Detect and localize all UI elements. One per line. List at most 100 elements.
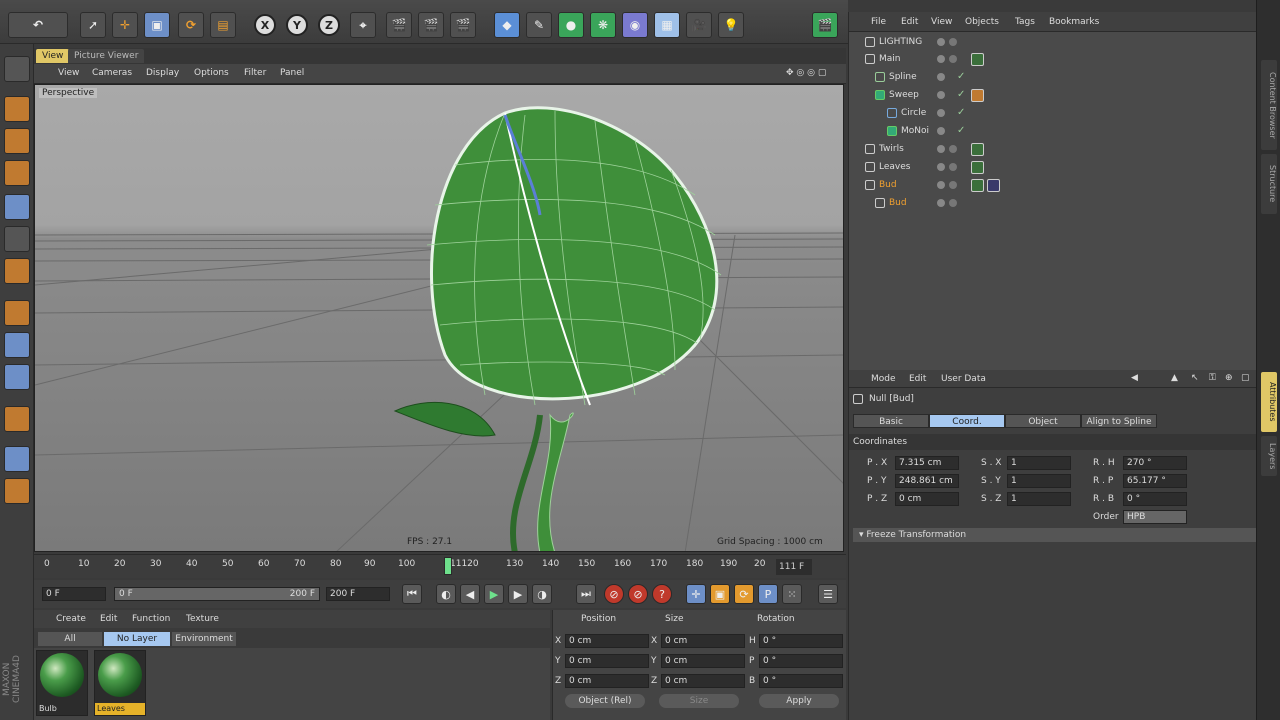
tab-structure[interactable]: Structure (1261, 154, 1277, 214)
pos-z-field[interactable]: 0 cm (895, 492, 959, 506)
layout-button[interactable]: 🎬 (812, 12, 838, 38)
add-deformer-button[interactable]: ◉ (622, 12, 648, 38)
tab-view[interactable]: View (36, 49, 70, 63)
points-mode-button[interactable] (4, 194, 30, 220)
play-button[interactable]: ▶ (484, 584, 504, 604)
position-y-field[interactable]: 0 cm (565, 654, 649, 668)
add-nurbs-button[interactable]: ● (558, 12, 584, 38)
menu-texture[interactable]: Texture (186, 614, 219, 624)
menu-tags[interactable]: Tags (1015, 17, 1035, 27)
render-view-button[interactable]: 🎬 (386, 12, 412, 38)
visibility-dot[interactable] (937, 38, 945, 46)
material-swatch[interactable]: Bulb (36, 650, 88, 716)
move-tool-button[interactable]: ✛ (112, 12, 138, 38)
autokey-button[interactable]: ⊘ (628, 584, 648, 604)
goto-end-button[interactable]: ⏭ (576, 584, 596, 604)
menu-cameras[interactable]: Cameras (92, 68, 132, 78)
menu-options[interactable]: Options (194, 68, 229, 78)
object-row[interactable]: MoNoi ✓ (849, 123, 1257, 140)
visibility-dot[interactable] (937, 55, 945, 63)
menu-edit[interactable]: Edit (909, 374, 926, 384)
render-dot[interactable] (949, 199, 957, 207)
visibility-dot[interactable] (937, 109, 945, 117)
lock-icon[interactable]: ⚿ (1209, 373, 1216, 383)
visibility-dot[interactable] (937, 145, 945, 153)
start-frame-field[interactable]: 0 F (42, 587, 106, 601)
current-frame-box[interactable]: 111 F (776, 559, 812, 575)
back-arrow-icon[interactable]: ◀ (1131, 373, 1138, 383)
size-x-field[interactable]: 0 cm (661, 634, 745, 648)
object-row[interactable]: Twirls (849, 141, 1257, 158)
menu-edit[interactable]: Edit (100, 614, 117, 624)
snap-button[interactable] (4, 364, 30, 390)
enabled-check-icon[interactable]: ✓ (957, 89, 965, 100)
rotation-p-field[interactable]: 0 ° (759, 654, 843, 668)
next-frame-button[interactable]: ▶ (508, 584, 528, 604)
key-parameter-button[interactable]: P (758, 584, 778, 604)
goto-start-button[interactable]: ⏮ (402, 584, 422, 604)
recent-tool-button[interactable]: ▤ (210, 12, 236, 38)
locked-workplane-button[interactable] (4, 406, 30, 432)
visibility-dot[interactable] (937, 127, 945, 135)
visibility-dot[interactable] (937, 163, 945, 171)
keyframe-selection-button[interactable]: ? (652, 584, 672, 604)
add-array-button[interactable]: ❋ (590, 12, 616, 38)
object-row[interactable]: Main (849, 51, 1257, 68)
rot-p-field[interactable]: 65.177 ° (1123, 474, 1187, 488)
menu-view[interactable]: View (931, 17, 952, 27)
frame-range-slider[interactable]: 0 F 200 F (114, 587, 320, 601)
render-dot[interactable] (949, 181, 957, 189)
end-frame-field[interactable]: 200 F (326, 587, 390, 601)
tab-content-browser[interactable]: Content Browser (1261, 60, 1277, 150)
menu-filter[interactable]: Filter (244, 68, 266, 78)
object-row[interactable]: LIGHTING (849, 34, 1257, 51)
3d-viewport[interactable]: Perspective FPS : 27.1 Grid Spacing : 10… (34, 84, 844, 552)
object-row-selected[interactable]: Bud (849, 177, 1257, 194)
planar-workplane-button[interactable] (4, 446, 30, 472)
apply-button[interactable]: Apply (759, 694, 839, 708)
rot-h-field[interactable]: 270 ° (1123, 456, 1187, 470)
pointer-icon[interactable]: ↖ (1191, 373, 1199, 383)
next-key-button[interactable]: ◑ (532, 584, 552, 604)
effector-tag-icon[interactable] (971, 89, 984, 102)
z-axis-lock-button[interactable]: Z (318, 14, 340, 36)
coord-size-select[interactable]: Size (659, 694, 739, 708)
phong-tag-icon[interactable] (971, 161, 984, 174)
enabled-check-icon[interactable]: ✓ (957, 125, 965, 136)
key-pla-button[interactable]: ⁙ (782, 584, 802, 604)
prev-key-button[interactable]: ◐ (436, 584, 456, 604)
render-picture-viewer-button[interactable]: 🎬 (418, 12, 444, 38)
scale-z-field[interactable]: 1 (1007, 492, 1071, 506)
tab-coord[interactable]: Coord. (929, 414, 1005, 428)
enabled-check-icon[interactable]: ✓ (957, 107, 965, 118)
object-row[interactable]: Sweep ✓ (849, 87, 1257, 104)
undo-button[interactable]: ↶ (8, 12, 68, 38)
visibility-dot[interactable] (937, 181, 945, 189)
add-cube-button[interactable]: ◆ (494, 12, 520, 38)
render-dot[interactable] (949, 145, 957, 153)
render-dot[interactable] (949, 163, 957, 171)
key-scale-button[interactable]: ▣ (710, 584, 730, 604)
add-spline-button[interactable]: ✎ (526, 12, 552, 38)
rot-b-field[interactable]: 0 ° (1123, 492, 1187, 506)
tab-align-to-spline[interactable]: Align to Spline (1081, 414, 1157, 428)
up-arrow-icon[interactable]: ▲ (1171, 373, 1178, 383)
menu-panel[interactable]: Panel (280, 68, 304, 78)
rotate-tool-button[interactable]: ⟳ (178, 12, 204, 38)
menu-edit[interactable]: Edit (901, 17, 918, 27)
rotation-b-field[interactable]: 0 ° (759, 674, 843, 688)
polygons-mode-button[interactable] (4, 258, 30, 284)
scale-x-field[interactable]: 1 (1007, 456, 1071, 470)
render-settings-button[interactable]: 🎬 (450, 12, 476, 38)
size-z-field[interactable]: 0 cm (661, 674, 745, 688)
phong-tag-icon[interactable] (971, 179, 984, 192)
viewport-nav-icons[interactable]: ✥ ◎ ◎ ▢ (786, 68, 826, 78)
pos-y-field[interactable]: 248.861 cm (895, 474, 959, 488)
object-row[interactable]: Leaves (849, 159, 1257, 176)
phong-tag-icon[interactable] (971, 143, 984, 156)
add-scene-button[interactable]: ▦ (654, 12, 680, 38)
solo-button[interactable] (4, 478, 30, 504)
enabled-check-icon[interactable]: ✓ (957, 71, 965, 82)
object-row-selected[interactable]: Bud (849, 195, 1257, 212)
texture-mode-button[interactable] (4, 128, 30, 154)
